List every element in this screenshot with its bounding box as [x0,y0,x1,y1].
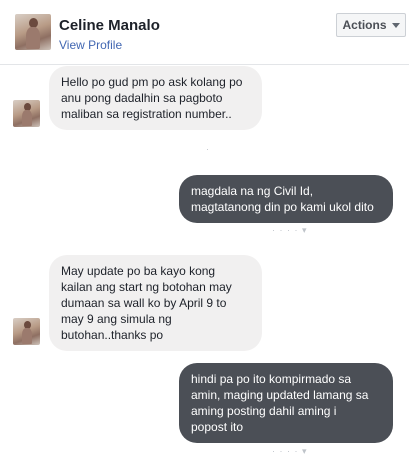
message-bubble-incoming: May update po ba kayo kong kailan ang st… [49,255,262,351]
message-status: · · · · ▾ [272,446,308,456]
view-profile-link[interactable]: View Profile [59,38,122,52]
message-status: · · · · ▾ [272,225,308,235]
sender-avatar[interactable] [13,100,40,127]
actions-button[interactable]: Actions [336,13,406,37]
contact-avatar[interactable] [15,14,51,50]
sender-avatar[interactable] [13,318,40,345]
message-bubble-outgoing: hindi pa po ito kompirmado sa amin, magi… [179,363,393,443]
conversation-header: Celine Manalo View Profile Actions [0,0,409,65]
actions-button-label: Actions [342,18,387,32]
caret-down-icon [391,22,400,28]
message-status: · [206,144,210,154]
message-bubble-incoming: Hello po gud pm po ask kolang po anu pon… [49,66,262,130]
contact-name[interactable]: Celine Manalo [59,17,160,34]
message-bubble-outgoing: magdala na ng Civil Id, magtatanong din … [179,175,393,223]
